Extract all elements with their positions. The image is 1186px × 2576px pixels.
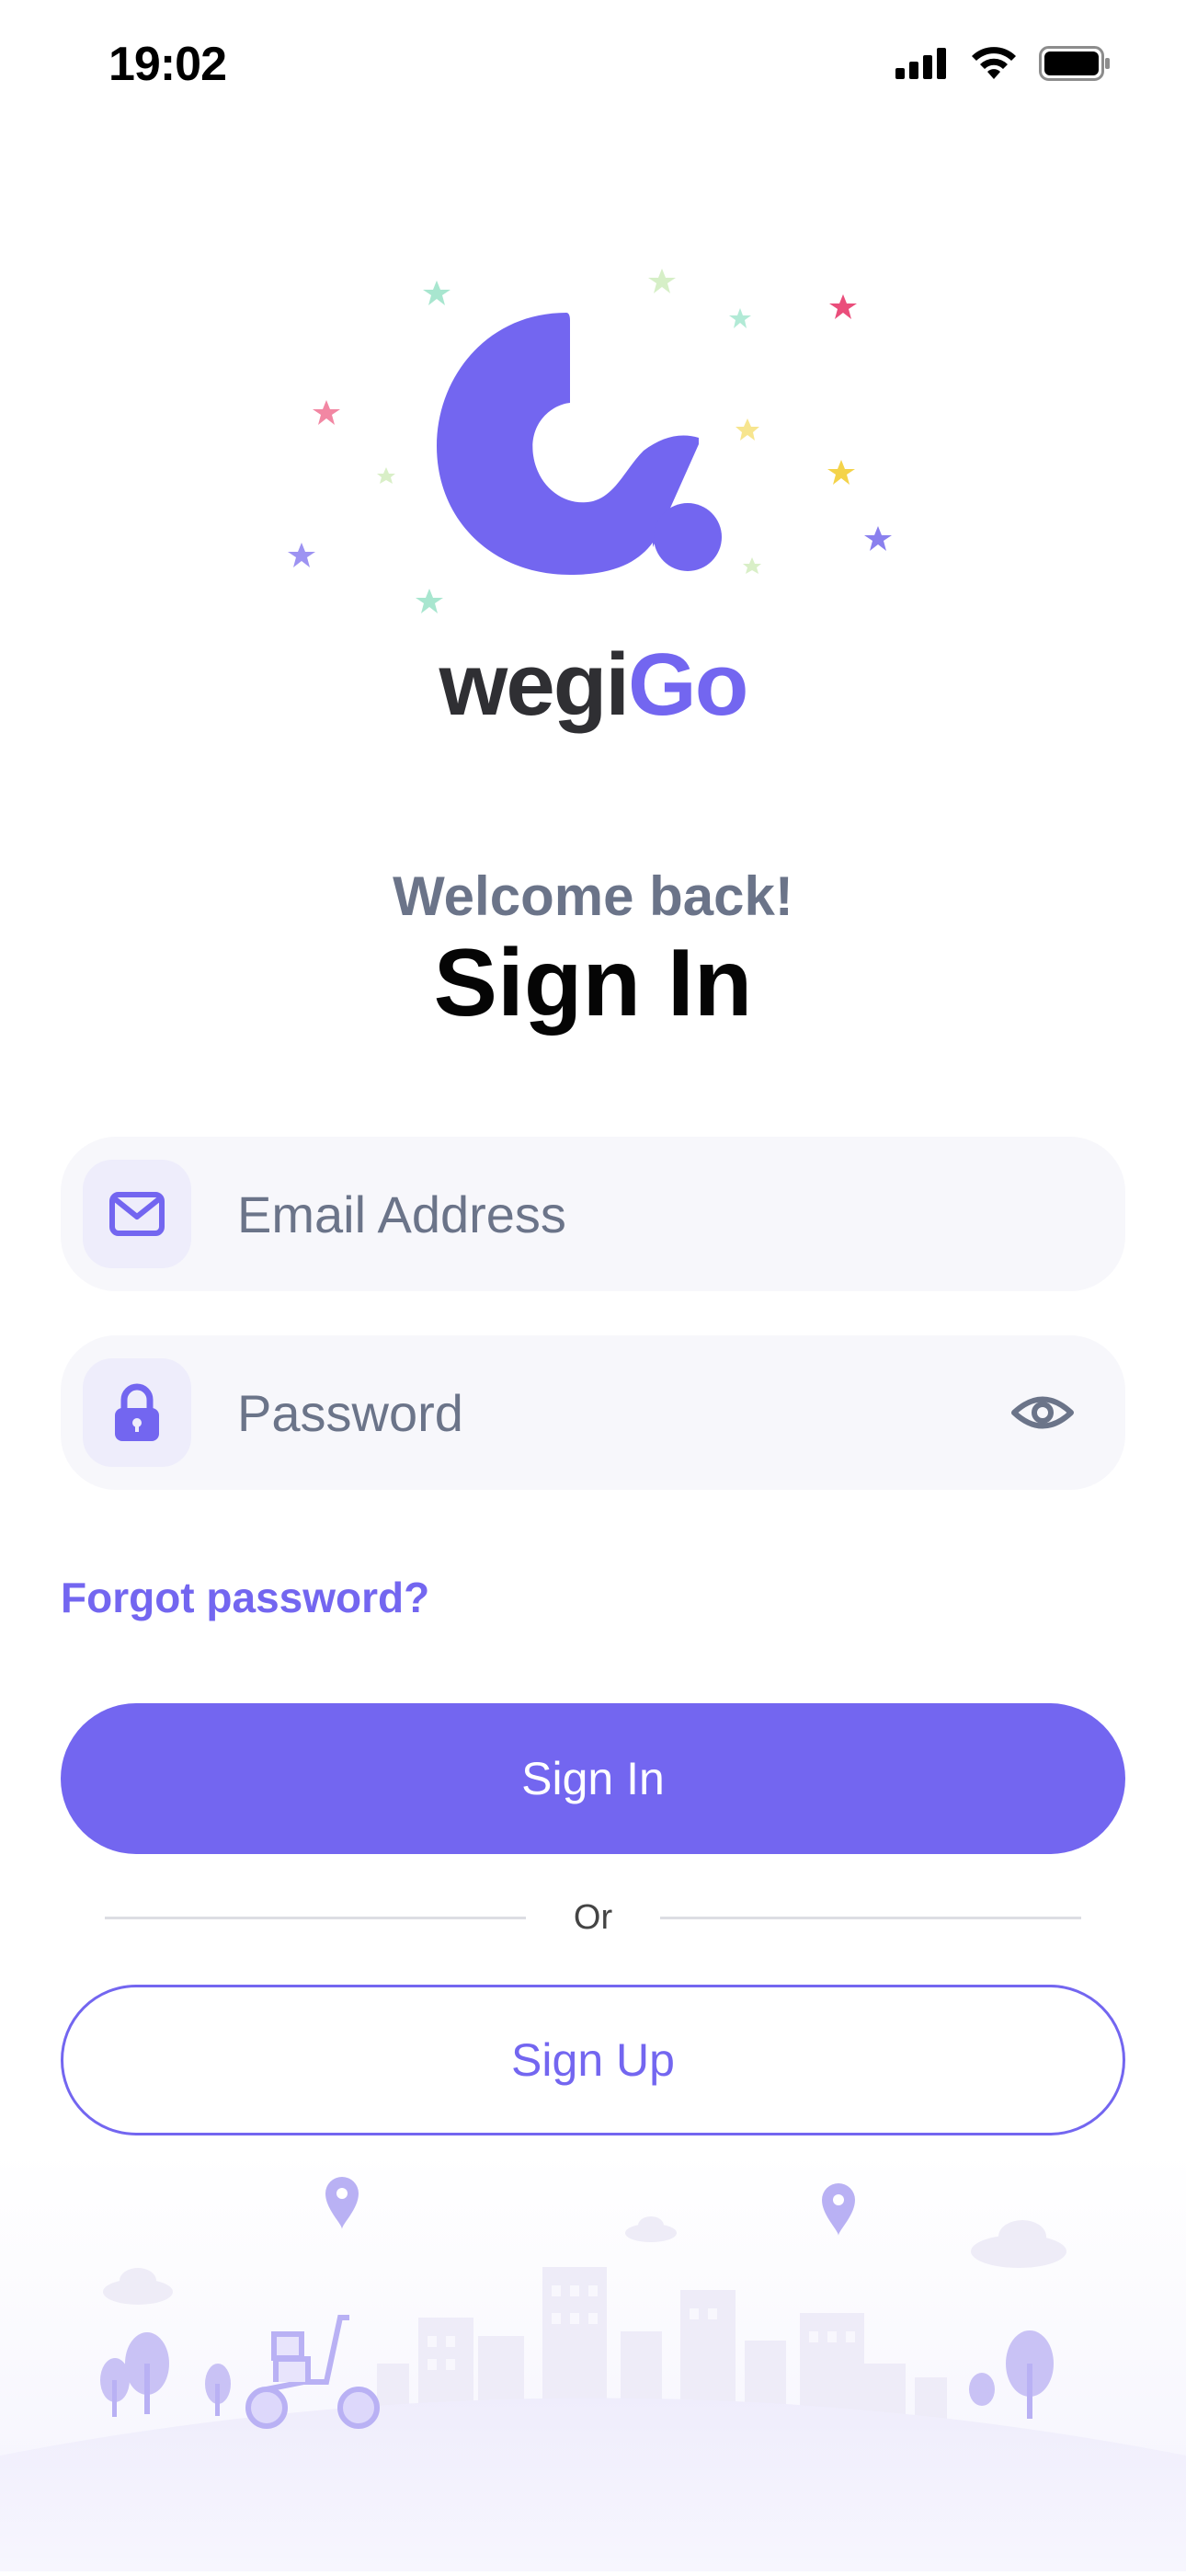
email-icon-box: [83, 1160, 191, 1268]
page-title: Sign In: [433, 930, 753, 1036]
email-input[interactable]: [235, 1136, 1125, 1292]
app-logo: [276, 267, 919, 616]
lock-icon: [115, 1383, 159, 1441]
status-icons: [895, 46, 1112, 81]
eye-icon: [1011, 1396, 1074, 1429]
sign-up-button[interactable]: Sign Up: [61, 1985, 1125, 2135]
sign-in-button[interactable]: Sign In: [61, 1703, 1125, 1854]
password-input[interactable]: [235, 1334, 1006, 1491]
signal-icon: [895, 48, 946, 79]
divider-right: [660, 1917, 1081, 1919]
mail-icon: [109, 1192, 165, 1236]
battery-icon: [1039, 46, 1110, 81]
password-field[interactable]: [61, 1334, 1125, 1491]
wifi-icon: [972, 47, 1016, 79]
forgot-password-link[interactable]: Forgot password?: [61, 1573, 429, 1622]
toggle-password-visibility[interactable]: [1006, 1376, 1079, 1449]
status-time: 19:02: [108, 38, 227, 91]
brand-name: wegiGo: [0, 635, 1186, 736]
email-field[interactable]: [61, 1136, 1125, 1292]
brand-name-part2: Go: [628, 635, 748, 734]
welcome-text: Welcome back!: [393, 865, 793, 927]
password-icon-box: [83, 1358, 191, 1467]
brand-name-part1: wegi: [439, 635, 630, 734]
city-illustration: [0, 2152, 1186, 2571]
